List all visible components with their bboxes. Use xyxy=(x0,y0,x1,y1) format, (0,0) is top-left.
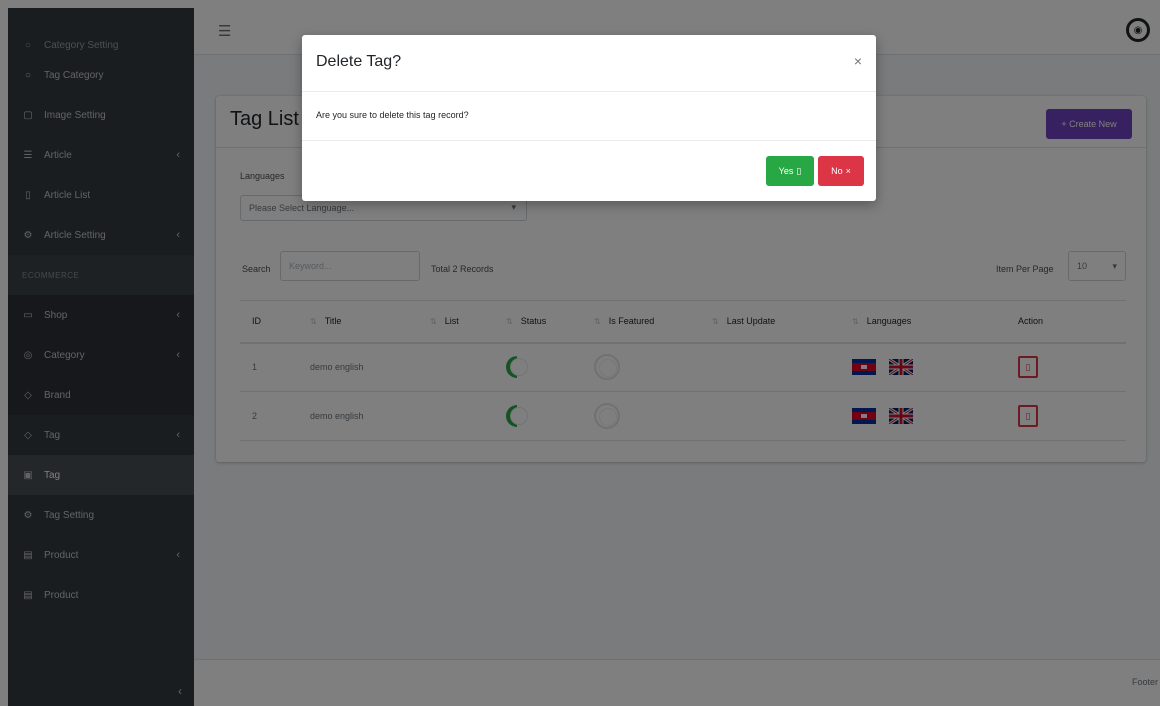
modal-title: Delete Tag? xyxy=(316,53,402,70)
trash-icon: ▯ xyxy=(796,165,802,176)
modal-footer: Yes ▯ No × xyxy=(302,141,876,201)
confirm-yes-button[interactable]: Yes ▯ xyxy=(766,156,814,186)
close-icon: × xyxy=(845,166,851,176)
cancel-no-button[interactable]: No × xyxy=(818,156,864,186)
close-icon[interactable]: × xyxy=(854,53,862,69)
no-label: No xyxy=(831,166,843,176)
modal-message: Are you sure to delete this tag record? xyxy=(316,110,469,120)
yes-label: Yes xyxy=(778,166,794,176)
delete-tag-modal: Delete Tag? × Are you sure to delete thi… xyxy=(302,35,876,201)
modal-body: Are you sure to delete this tag record? xyxy=(302,92,876,141)
modal-header: Delete Tag? × xyxy=(302,35,876,92)
